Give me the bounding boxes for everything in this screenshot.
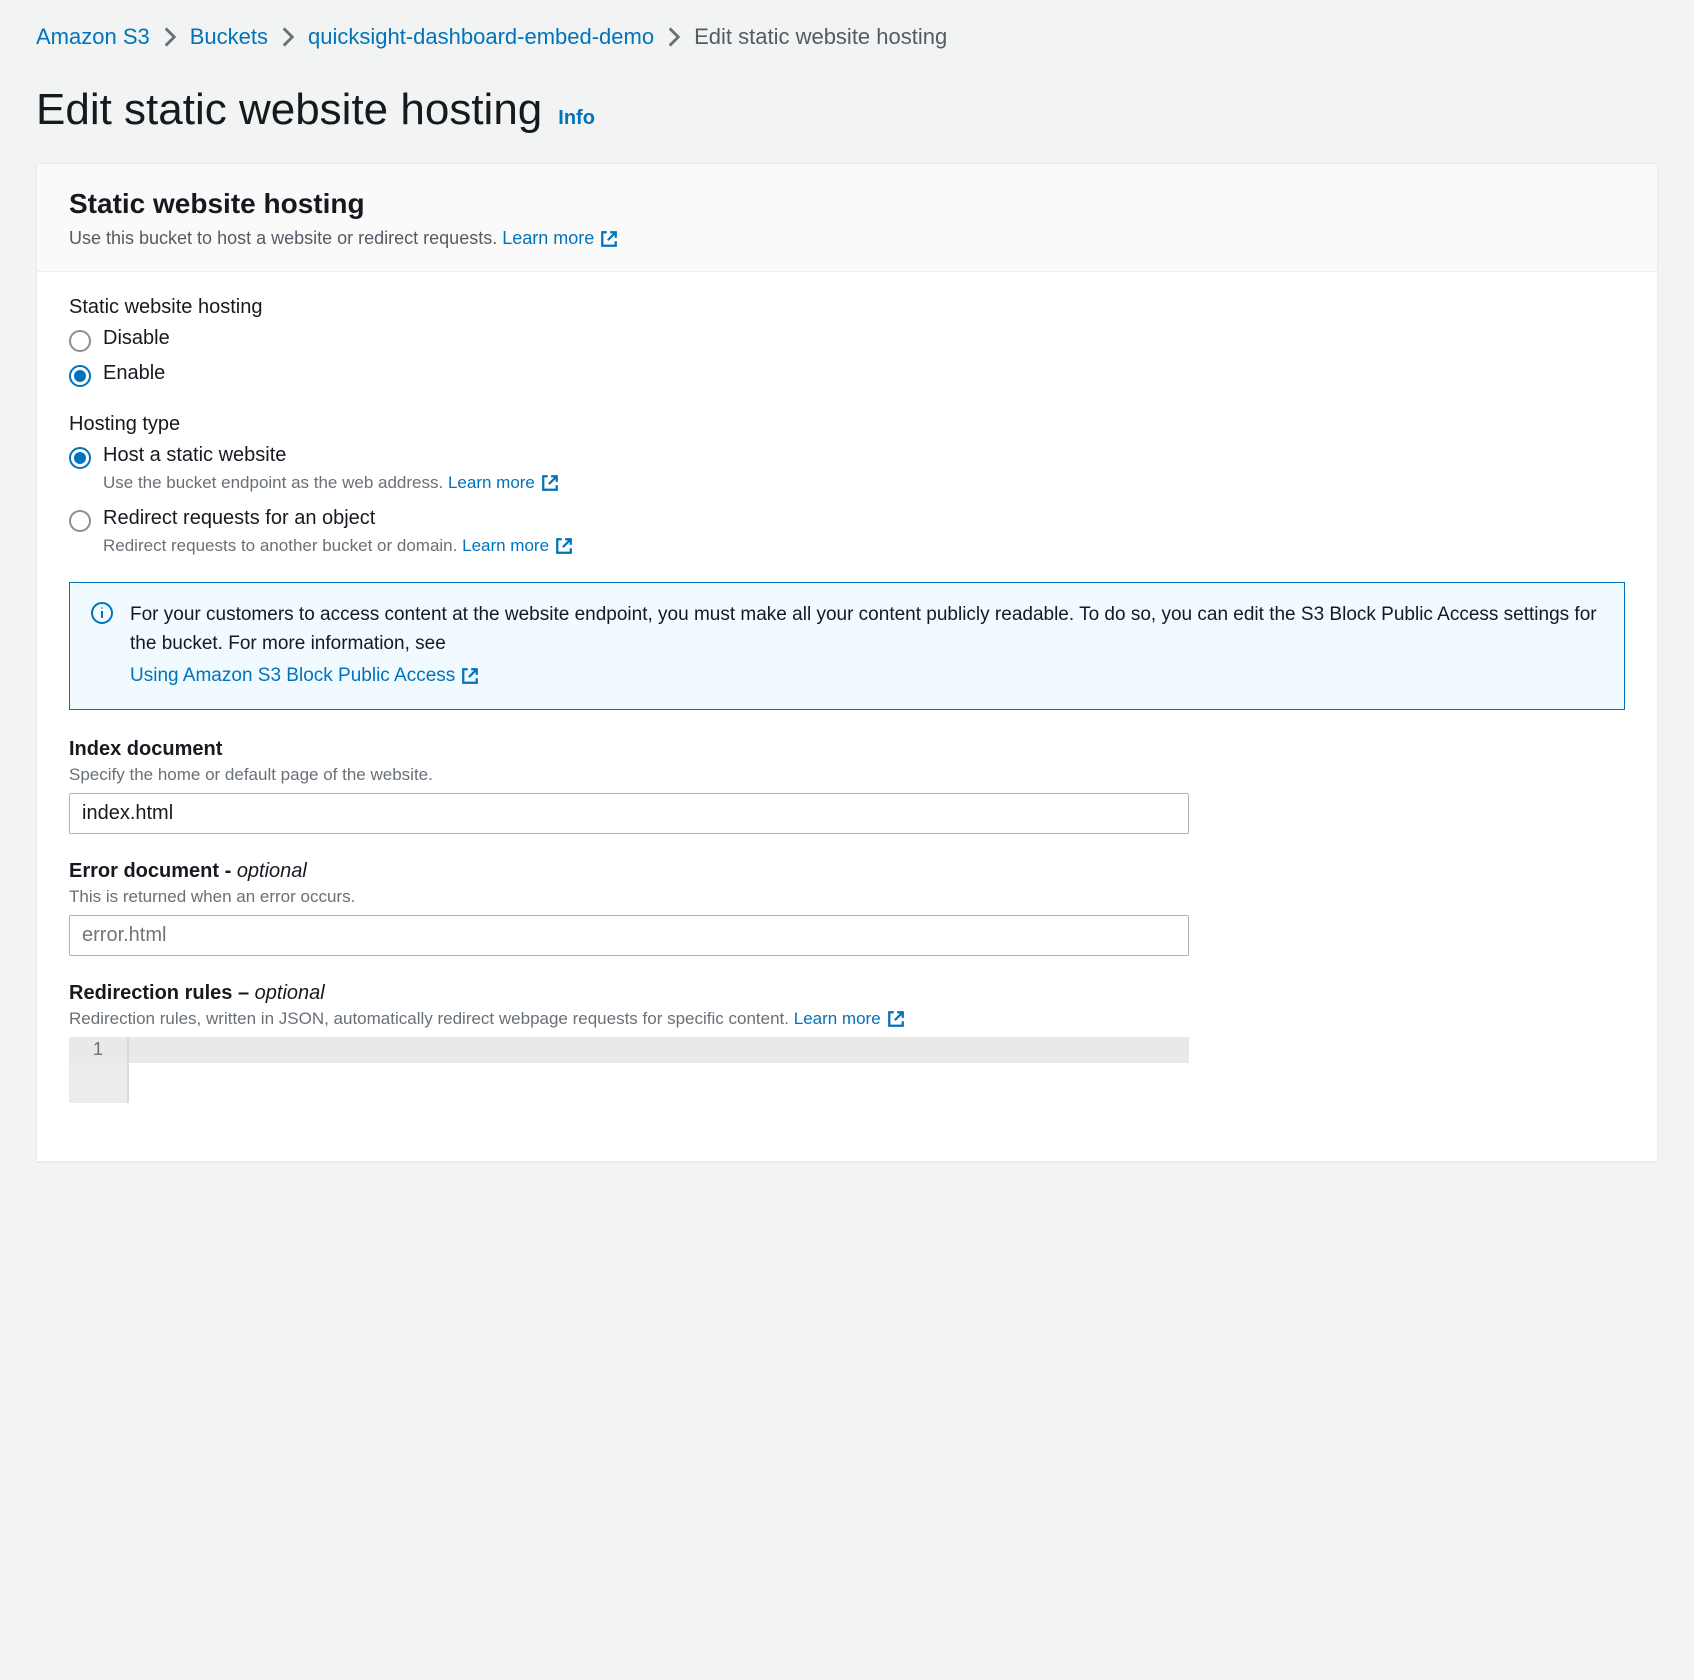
external-link-icon	[600, 230, 618, 248]
code-body[interactable]	[69, 1063, 1189, 1103]
learn-more-label: Learn more	[462, 536, 549, 556]
page-title: Edit static website hosting Info	[36, 85, 1658, 135]
error-doc-label-sep: -	[219, 860, 237, 882]
panel-title: Static website hosting	[69, 188, 1625, 220]
radio-disable-label: Disable	[103, 327, 170, 350]
redirection-rules-label: Redirection rules – optional	[69, 982, 1625, 1005]
panel-description: Use this bucket to host a website or red…	[69, 228, 1625, 249]
external-link-icon	[887, 1010, 905, 1028]
breadcrumb-service-link[interactable]: Amazon S3	[36, 20, 150, 53]
index-document-group: Index document Specify the home or defau…	[69, 738, 1625, 834]
code-line-1: 1	[69, 1037, 1189, 1063]
alert-link-label: Using Amazon S3 Block Public Access	[130, 662, 455, 691]
gutter-column	[69, 1063, 129, 1103]
panel-learn-more-link[interactable]: Learn more	[502, 228, 618, 249]
index-document-input[interactable]	[69, 793, 1189, 834]
redirect-rules-label-sep: –	[232, 982, 254, 1004]
radio-icon	[69, 365, 91, 387]
redirection-rules-hint: Redirection rules, written in JSON, auto…	[69, 1009, 1625, 1029]
redirect-rules-hint-text: Redirection rules, written in JSON, auto…	[69, 1009, 789, 1028]
radio-enable[interactable]: Enable	[69, 362, 1625, 387]
error-document-group: Error document - optional This is return…	[69, 860, 1625, 956]
redirect-rules-label-optional: optional	[255, 982, 325, 1004]
code-content[interactable]	[129, 1037, 1189, 1063]
info-icon	[90, 601, 114, 625]
error-document-label: Error document - optional	[69, 860, 1625, 883]
line-number: 1	[69, 1037, 129, 1063]
chevron-right-icon	[282, 27, 294, 47]
radio-redirect-desc: Redirect requests to another bucket or d…	[103, 536, 1625, 556]
learn-more-label: Learn more	[448, 473, 535, 493]
radio-host-static-label: Host a static website	[103, 444, 286, 467]
learn-more-label: Learn more	[794, 1009, 881, 1029]
public-access-alert: For your customers to access content at …	[69, 582, 1625, 710]
error-doc-label-main: Error document	[69, 860, 219, 882]
panel-header: Static website hosting Use this bucket t…	[37, 164, 1657, 272]
static-hosting-panel: Static website hosting Use this bucket t…	[36, 163, 1658, 1162]
index-document-hint: Specify the home or default page of the …	[69, 765, 1625, 785]
breadcrumb-buckets-link[interactable]: Buckets	[190, 20, 268, 53]
hosting-type-group: Hosting type Host a static website Use t…	[69, 413, 1625, 556]
error-document-hint: This is returned when an error occurs.	[69, 887, 1625, 907]
alert-text: For your customers to access content at …	[130, 604, 1597, 654]
radio-icon	[69, 330, 91, 352]
radio-icon	[69, 447, 91, 469]
learn-more-label: Learn more	[502, 228, 594, 249]
redirect-desc-text: Redirect requests to another bucket or d…	[103, 536, 457, 555]
breadcrumb-bucket-link[interactable]: quicksight-dashboard-embed-demo	[308, 20, 654, 53]
breadcrumb: Amazon S3 Buckets quicksight-dashboard-e…	[36, 20, 1658, 53]
radio-icon	[69, 510, 91, 532]
alert-block-public-access-link[interactable]: Using Amazon S3 Block Public Access	[130, 662, 479, 691]
panel-body: Static website hosting Disable Enable Ho…	[37, 272, 1657, 1161]
redirect-rules-learn-more-link[interactable]: Learn more	[794, 1009, 905, 1029]
page-title-text: Edit static website hosting	[36, 85, 542, 135]
radio-disable[interactable]: Disable	[69, 327, 1625, 352]
panel-desc-text: Use this bucket to host a website or red…	[69, 228, 497, 248]
hosting-toggle-label: Static website hosting	[69, 296, 1625, 319]
hosting-type-label: Hosting type	[69, 413, 1625, 436]
external-link-icon	[541, 474, 559, 492]
redirect-learn-more-link[interactable]: Learn more	[462, 536, 573, 556]
code-text-column[interactable]	[129, 1063, 1189, 1103]
chevron-right-icon	[668, 27, 680, 47]
index-document-label: Index document	[69, 738, 1625, 761]
radio-redirect-label: Redirect requests for an object	[103, 507, 375, 530]
error-doc-label-optional: optional	[237, 860, 307, 882]
redirect-rules-label-main: Redirection rules	[69, 982, 232, 1004]
radio-host-static-desc: Use the bucket endpoint as the web addre…	[103, 473, 1625, 493]
static-desc-text: Use the bucket endpoint as the web addre…	[103, 473, 443, 492]
redirection-rules-editor[interactable]: 1	[69, 1037, 1189, 1103]
external-link-icon	[555, 537, 573, 555]
hosting-toggle-group: Static website hosting Disable Enable	[69, 296, 1625, 387]
chevron-right-icon	[164, 27, 176, 47]
info-link[interactable]: Info	[558, 107, 595, 130]
error-document-input[interactable]	[69, 915, 1189, 956]
alert-body: For your customers to access content at …	[130, 601, 1604, 691]
breadcrumb-current: Edit static website hosting	[694, 20, 947, 53]
static-learn-more-link[interactable]: Learn more	[448, 473, 559, 493]
external-link-icon	[461, 667, 479, 685]
radio-enable-label: Enable	[103, 362, 165, 385]
radio-host-static[interactable]: Host a static website	[69, 444, 1625, 469]
radio-redirect[interactable]: Redirect requests for an object	[69, 507, 1625, 532]
redirection-rules-group: Redirection rules – optional Redirection…	[69, 982, 1625, 1103]
